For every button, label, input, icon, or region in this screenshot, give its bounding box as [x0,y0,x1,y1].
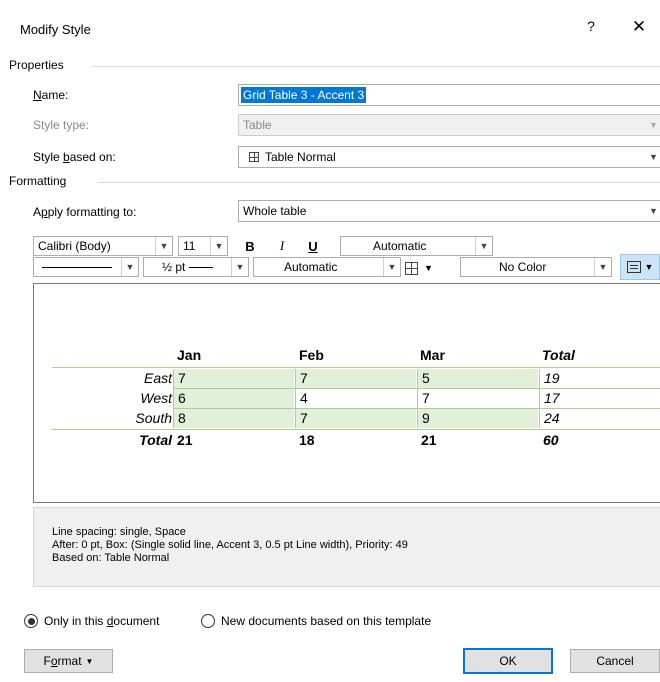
help-button[interactable]: ? [581,18,601,40]
preview-cell: 7 [295,369,416,388]
radio-unselected-icon[interactable] [201,614,215,628]
preview-cell: 18 [299,432,315,448]
border-width-select[interactable]: ½ pt ▼ [143,257,249,277]
italic-button[interactable]: I [272,236,292,256]
font-size-value: 11 [183,239,196,253]
border-color-select[interactable]: Automatic ▼ [253,257,401,277]
dropdown-arrow-icon: ▼ [424,263,433,273]
only-this-document-option[interactable]: Only in this document [24,614,159,628]
preview-header-line [52,367,660,368]
preview-header: Feb [299,347,324,363]
name-label: Name: [33,88,69,102]
border-width-value: ½ pt [162,260,186,274]
border-style-select[interactable]: ▼ [33,257,139,277]
radio-selected-icon[interactable] [24,614,38,628]
preview-cell: 4 [295,389,416,408]
new-documents-option[interactable]: New documents based on this template [201,614,431,628]
chevron-down-icon: ▼ [649,152,658,162]
preview-cell: 8 [173,409,294,428]
new-documents-label: New documents based on this template [221,614,432,628]
chevron-down-icon: ▼ [231,258,248,276]
preview-cell: 60 [543,432,559,448]
based-on-value: Table Normal [265,150,336,164]
chevron-down-icon: ▼ [121,258,138,276]
font-name-select[interactable]: Calibri (Body) ▼ [33,236,173,256]
name-input[interactable]: Grid Table 3 - Accent 3 [238,84,660,106]
format-label-part: F [43,654,51,668]
chevron-down-icon: ▼ [594,258,611,276]
borders-button[interactable]: ▼ [405,259,453,277]
table-style-icon [249,152,259,162]
font-size-select[interactable]: 11 ▼ [178,236,228,256]
properties-section-label: Properties [9,58,64,72]
formatting-divider [98,182,660,183]
apply-to-select[interactable]: Whole table ▼ [238,200,660,222]
format-label-part: o [50,654,58,668]
dropdown-arrow-icon: ▼ [644,262,654,272]
dropdown-arrow-icon: ▼ [85,656,94,666]
preview-cell: 19 [539,369,660,388]
chevron-down-icon: ▼ [649,120,658,130]
preview-total-line [52,429,660,430]
cancel-button[interactable]: Cancel [570,649,660,673]
bold-button[interactable]: B [240,236,260,256]
preview-row-label: Total [139,432,172,448]
font-name-value: Calibri (Body) [38,239,111,253]
preview-cell: 7 [173,369,294,388]
preview-row-label: East [143,370,172,386]
name-input-value: Grid Table 3 - Accent 3 [241,87,367,103]
table-properties-button[interactable]: ▼ [620,254,660,280]
paragraph-icon [626,261,641,273]
line-style-icon [42,266,112,268]
chevron-down-icon: ▼ [649,206,658,216]
only-this-document-label: Only in this document [44,614,160,628]
preview-header: Jan [177,347,202,363]
preview-cell: 6 [173,389,294,408]
border-color-value: Automatic [284,260,338,274]
chevron-down-icon: ▼ [155,237,172,255]
ok-button[interactable]: OK [463,648,553,674]
description-line: Based on: Table Normal [52,552,170,564]
chevron-down-icon: ▼ [383,258,400,276]
description-line: After: 0 pt, Box: (Single solid line, Ac… [52,539,408,551]
apply-to-label: Apply formatting to: [33,205,137,219]
chevron-down-icon: ▼ [210,237,227,255]
apply-to-value: Whole table [243,204,307,218]
preview-header: Mar [420,347,445,363]
format-button[interactable]: Fo rmat ▼ [24,649,113,673]
based-on-label: Style based on: [33,150,116,164]
shading-value: No Color [499,260,547,274]
line-width-icon [189,266,214,268]
dialog-title: Modify Style [20,22,91,37]
preview-row-label: West [140,390,172,406]
chevron-down-icon: ▼ [475,237,492,255]
borders-grid-icon [405,261,418,275]
style-preview: Jan Feb Mar Total East 7 7 5 19 West 6 4… [33,283,660,503]
style-type-label: Style type: [33,118,90,132]
style-type-value: Table [243,118,272,132]
preview-cell: 9 [417,409,538,428]
description-line: Line spacing: single, Space [52,526,186,538]
close-button[interactable]: ✕ [628,16,650,40]
preview-cell: 7 [417,389,538,408]
based-on-select[interactable]: Table Normal ▼ [238,146,660,168]
preview-cell: 24 [539,409,660,428]
preview-row-label: South [135,410,172,426]
formatting-section-label: Formatting [9,174,67,188]
preview-header: Total [542,347,575,363]
format-label-part: rmat [57,654,82,668]
font-color-select[interactable]: Automatic ▼ [340,236,493,256]
shading-select[interactable]: No Color ▼ [460,257,612,277]
preview-cell: 7 [295,409,416,428]
underline-button[interactable]: U [303,236,323,256]
font-color-value: Automatic [373,239,427,253]
title-bar [0,0,660,56]
preview-cell: 17 [539,389,660,408]
preview-cell: 5 [417,369,538,388]
properties-divider [92,66,660,67]
style-description: Line spacing: single, Space After: 0 pt,… [33,507,660,587]
preview-cell: 21 [177,432,193,448]
preview-cell: 21 [421,432,437,448]
style-type-select: Table ▼ [238,114,660,136]
